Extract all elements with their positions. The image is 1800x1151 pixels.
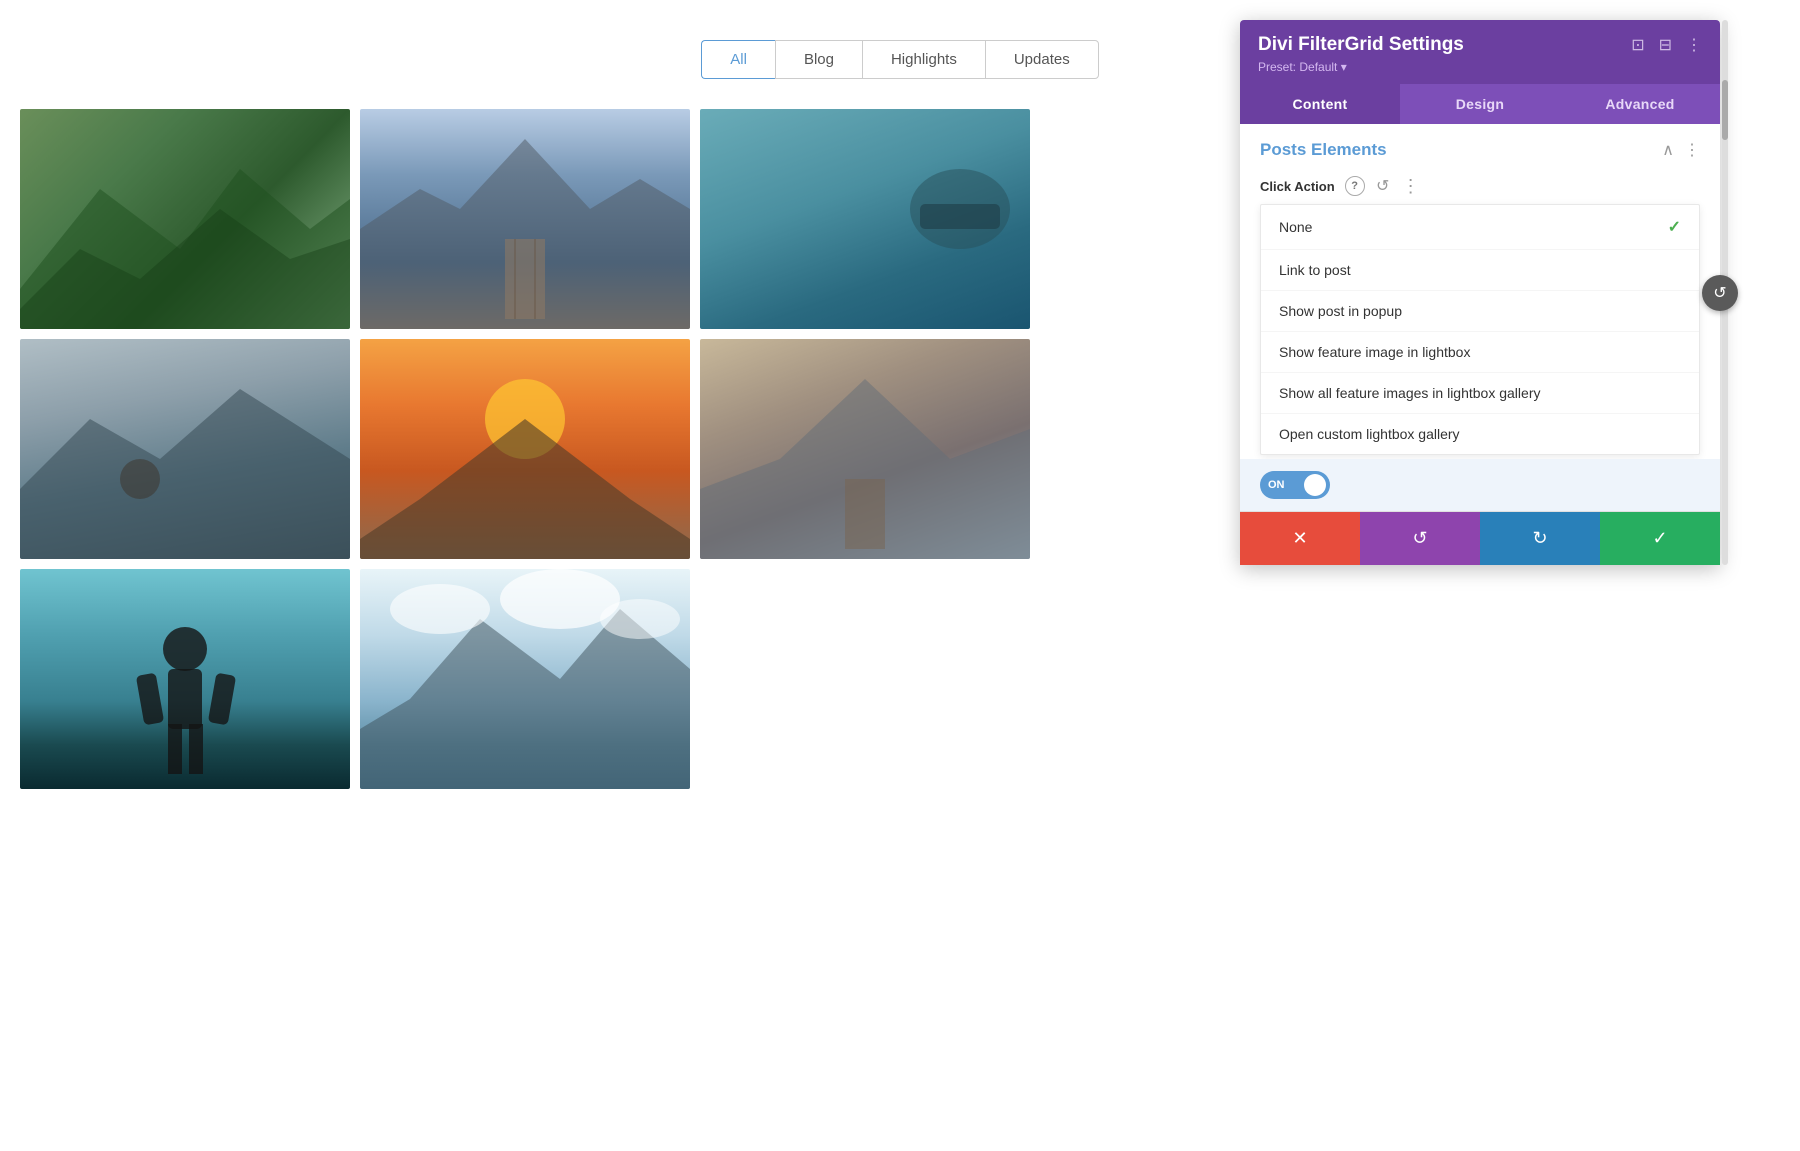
- redo-button[interactable]: ↻: [1480, 512, 1600, 565]
- tab-design[interactable]: Design: [1400, 84, 1560, 124]
- undo-button[interactable]: ↺: [1360, 512, 1480, 565]
- options-icon[interactable]: ⋮: [1401, 176, 1421, 196]
- toggle-thumb: [1304, 474, 1326, 496]
- tab-updates[interactable]: Updates: [985, 40, 1099, 79]
- tab-blog[interactable]: Blog: [775, 40, 862, 79]
- tab-advanced[interactable]: Advanced: [1560, 84, 1720, 124]
- grid-icon[interactable]: ⊟: [1659, 35, 1672, 55]
- expand-icon[interactable]: ⊡: [1631, 35, 1644, 55]
- grid-image-4: [20, 339, 350, 559]
- more-icon[interactable]: ⋮: [1686, 35, 1702, 55]
- help-icon[interactable]: ?: [1345, 176, 1365, 196]
- grid-image-3: [700, 109, 1030, 329]
- grid-image-5: [360, 339, 690, 559]
- panel-title: Divi FilterGrid Settings: [1258, 34, 1464, 56]
- option-link-to-post[interactable]: Link to post: [1261, 250, 1699, 291]
- click-action-icons: ? ↺ ⋮: [1345, 176, 1421, 196]
- image-grid: [0, 109, 1040, 789]
- click-action-row: Click Action ? ↺ ⋮: [1240, 168, 1720, 200]
- grid-image-1: [20, 109, 350, 329]
- grid-image-6: [700, 339, 1030, 559]
- section-title: Posts Elements: [1260, 140, 1387, 160]
- save-button[interactable]: ✓: [1600, 512, 1720, 565]
- toggle-row: ON: [1240, 459, 1720, 511]
- dropdown-options: None ✓ Link to post Show post in popup S…: [1260, 204, 1700, 455]
- cancel-button[interactable]: ✕: [1240, 512, 1360, 565]
- option-show-feature-image-lightbox[interactable]: Show feature image in lightbox: [1261, 332, 1699, 373]
- option-show-all-feature-images[interactable]: Show all feature images in lightbox gall…: [1261, 373, 1699, 414]
- action-bar: ✕ ↺ ↻ ✓: [1240, 511, 1720, 565]
- selected-checkmark: ✓: [1668, 217, 1681, 237]
- scroll-handle[interactable]: ↺: [1702, 275, 1738, 311]
- reset-icon[interactable]: ↺: [1373, 176, 1393, 196]
- panel-header-icons: ⊡ ⊟ ⋮: [1631, 35, 1702, 55]
- grid-image-7: [20, 569, 350, 789]
- tab-content[interactable]: Content: [1240, 84, 1400, 124]
- settings-panel: Divi FilterGrid Settings ⊡ ⊟ ⋮ Preset: D…: [1240, 20, 1720, 565]
- toggle-switch[interactable]: ON: [1260, 471, 1330, 499]
- option-none[interactable]: None ✓: [1261, 205, 1699, 250]
- section-header-icons: ∧ ⋮: [1662, 140, 1700, 160]
- toggle-label: ON: [1262, 479, 1291, 491]
- panel-tabs: Content Design Advanced: [1240, 84, 1720, 124]
- panel-body: Posts Elements ∧ ⋮ Click Action ? ↺ ⋮ No…: [1240, 124, 1720, 565]
- grid-image-2: [360, 109, 690, 329]
- section-more-icon[interactable]: ⋮: [1684, 140, 1700, 160]
- panel-scrollbar-thumb: [1722, 80, 1728, 140]
- panel-preset[interactable]: Preset: Default ▾: [1258, 60, 1702, 74]
- tab-highlights[interactable]: Highlights: [862, 40, 985, 79]
- tab-all[interactable]: All: [701, 40, 775, 79]
- main-content: All Blog Highlights Updates: [0, 0, 1800, 1151]
- collapse-icon[interactable]: ∧: [1662, 140, 1674, 160]
- panel-header: Divi FilterGrid Settings ⊡ ⊟ ⋮ Preset: D…: [1240, 20, 1720, 84]
- option-show-post-in-popup[interactable]: Show post in popup: [1261, 291, 1699, 332]
- option-open-custom-lightbox[interactable]: Open custom lightbox gallery: [1261, 414, 1699, 454]
- click-action-label: Click Action: [1260, 179, 1335, 194]
- grid-image-8: [360, 569, 690, 789]
- section-header: Posts Elements ∧ ⋮: [1240, 124, 1720, 168]
